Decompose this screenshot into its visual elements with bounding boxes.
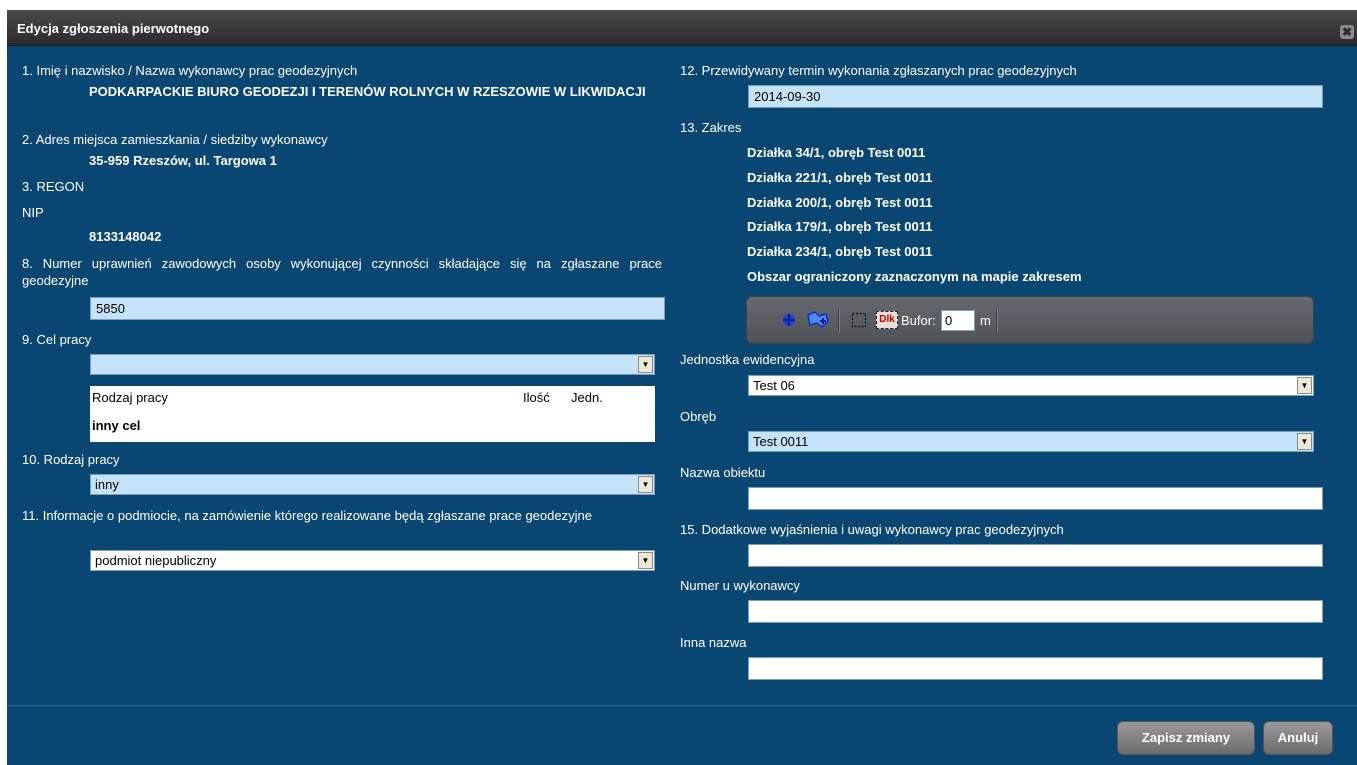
scope-item: Działka 234/1, obręb Test 0011 — [747, 244, 933, 259]
contractor-number-label: Numer u wykonawcy — [680, 578, 800, 593]
work-kind-selected: inny — [95, 477, 119, 492]
deadline-input[interactable]: 2014-09-30 — [748, 85, 1323, 108]
object-name-input[interactable] — [748, 487, 1323, 510]
object-name-label: Nazwa obiektu — [680, 465, 766, 480]
contractor-number-input[interactable] — [748, 600, 1323, 623]
license-number-label: 8. Numer uprawnień zawodowych osoby wyko… — [22, 256, 662, 288]
work-purpose-label: 9. Cel pracy — [22, 332, 92, 347]
dropdown-arrow-icon[interactable]: ▼ — [1297, 433, 1312, 450]
remarks-label: 15. Dodatkowe wyjaśnienia i uwagi wykona… — [680, 522, 1064, 537]
scope-item: Działka 34/1, obręb Test 0011 — [747, 145, 926, 160]
precinct-select[interactable]: Test 0011 ▼ — [748, 431, 1314, 452]
add-point-icon[interactable] — [781, 312, 797, 328]
close-icon[interactable]: ✖ — [1340, 25, 1354, 39]
dialog-titlebar[interactable]: Edycja zgłoszenia pierwotnego ✖ — [7, 10, 1357, 46]
map-toolbar: Dlk Bufor: 0 m — [746, 296, 1314, 344]
dialog-title: Edycja zgłoszenia pierwotnego — [17, 21, 210, 36]
contractor-name-value: PODKARPACKIE BIURO GEODEZJI I TERENÓW RO… — [89, 84, 646, 99]
dropdown-arrow-icon[interactable]: ▼ — [638, 552, 653, 569]
col-header-unit: Jedn. — [571, 390, 603, 405]
work-purpose-select[interactable]: ▼ — [90, 354, 655, 375]
scope-item: Obszar ograniczony zaznaczonym na mapie … — [747, 269, 1082, 284]
nip-value: 8133148042 — [89, 229, 162, 244]
rectangle-select-icon[interactable] — [851, 312, 867, 328]
work-type-table: Rodzaj pracy Ilość Jedn. inny cel — [90, 386, 655, 442]
work-kind-label: 10. Rodzaj pracy — [22, 452, 120, 467]
license-number-input[interactable]: 5850 — [90, 297, 665, 320]
client-info-select[interactable]: podmiot niepubliczny ▼ — [90, 550, 655, 571]
registry-unit-select[interactable]: Test 06 ▼ — [748, 375, 1314, 396]
contractor-name-label: 1. Imię i nazwisko / Nazwa wykonawcy pra… — [22, 63, 358, 78]
save-changes-button[interactable]: Zapisz zmiany — [1117, 721, 1255, 755]
buffer-input[interactable]: 0 — [941, 310, 975, 331]
dlk-icon[interactable]: Dlk — [876, 311, 898, 329]
work-kind-select[interactable]: inny ▼ — [90, 474, 655, 495]
precinct-selected: Test 0011 — [753, 434, 809, 449]
registry-unit-selected: Test 06 — [753, 378, 795, 393]
registry-unit-label: Jednostka ewidencyjna — [680, 352, 815, 367]
dropdown-arrow-icon[interactable]: ▼ — [638, 356, 653, 373]
scope-item: Działka 179/1, obręb Test 0011 — [747, 219, 933, 234]
client-info-label: 11. Informacje o podmiocie, na zamówieni… — [22, 508, 592, 523]
regon-label: 3. REGON — [22, 179, 85, 194]
scope-item: Działka 221/1, obręb Test 0011 — [747, 170, 933, 185]
deadline-label: 12. Przewidywany termin wykonania zgłasz… — [680, 63, 1077, 78]
edit-submission-dialog: Edycja zgłoszenia pierwotnego ✖ 1. Imię … — [7, 10, 1357, 765]
contractor-address-label: 2. Adres miejsca zamieszkania / siedziby… — [22, 132, 328, 147]
select-parcels-icon[interactable] — [806, 309, 830, 331]
buffer-label: Bufor: — [901, 313, 936, 328]
contractor-address-value: 35-959 Rzeszów, ul. Targowa 1 — [89, 153, 277, 168]
remarks-input[interactable] — [748, 544, 1323, 567]
buffer-unit: m — [980, 313, 991, 328]
footer-divider — [7, 705, 1357, 706]
col-header-work-type: Rodzaj pracy — [92, 390, 168, 405]
table-row[interactable]: inny cel — [92, 418, 140, 433]
precinct-label: Obręb — [680, 409, 717, 424]
client-info-selected: podmiot niepubliczny — [95, 553, 217, 568]
col-header-quantity: Ilość — [523, 390, 550, 405]
dropdown-arrow-icon[interactable]: ▼ — [638, 476, 653, 493]
nip-label: NIP — [22, 205, 44, 220]
cancel-button[interactable]: Anuluj — [1263, 721, 1333, 755]
dropdown-arrow-icon[interactable]: ▼ — [1297, 377, 1312, 394]
other-name-label: Inna nazwa — [680, 635, 747, 650]
toolbar-separator — [838, 309, 840, 333]
other-name-input[interactable] — [748, 657, 1323, 680]
scope-label: 13. Zakres — [680, 120, 742, 135]
scope-item: Działka 200/1, obręb Test 0011 — [747, 195, 933, 210]
toolbar-separator — [996, 309, 998, 333]
